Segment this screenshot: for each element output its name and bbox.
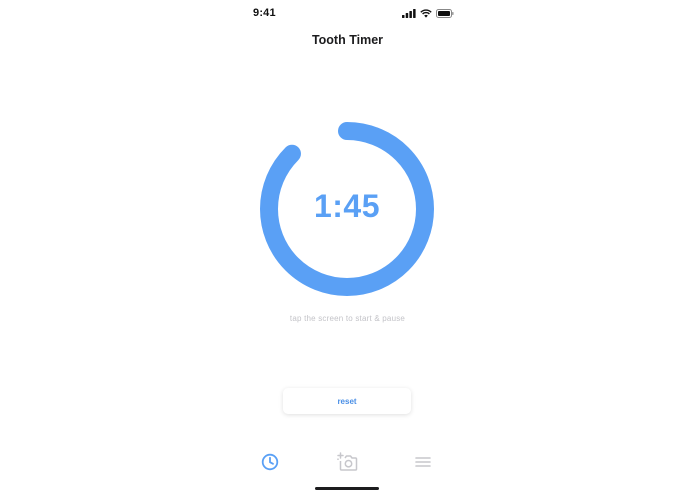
tab-menu[interactable]: [411, 450, 435, 474]
add-photo-icon: [337, 452, 358, 471]
clock-icon: [261, 453, 279, 471]
battery-icon: [436, 9, 454, 18]
timer-display: 1:45: [313, 188, 381, 224]
home-indicator[interactable]: [315, 487, 379, 490]
signal-icon: [402, 9, 416, 18]
app-screen: 9:41 Tooth Timer 1:45 tap the screen to …: [0, 0, 695, 494]
reset-button[interactable]: reset: [283, 388, 411, 414]
page-title: Tooth Timer: [311, 33, 384, 47]
status-bar: 9:41: [248, 0, 458, 28]
status-icons: [402, 9, 454, 18]
status-time: 9:41: [253, 7, 276, 19]
timer-hint: tap the screen to start & pause: [289, 314, 406, 323]
tab-timer[interactable]: [258, 450, 282, 474]
tab-bar: [0, 448, 695, 474]
tab-add-photo[interactable]: [335, 450, 359, 474]
menu-icon: [415, 457, 431, 467]
wifi-icon: [420, 9, 432, 18]
